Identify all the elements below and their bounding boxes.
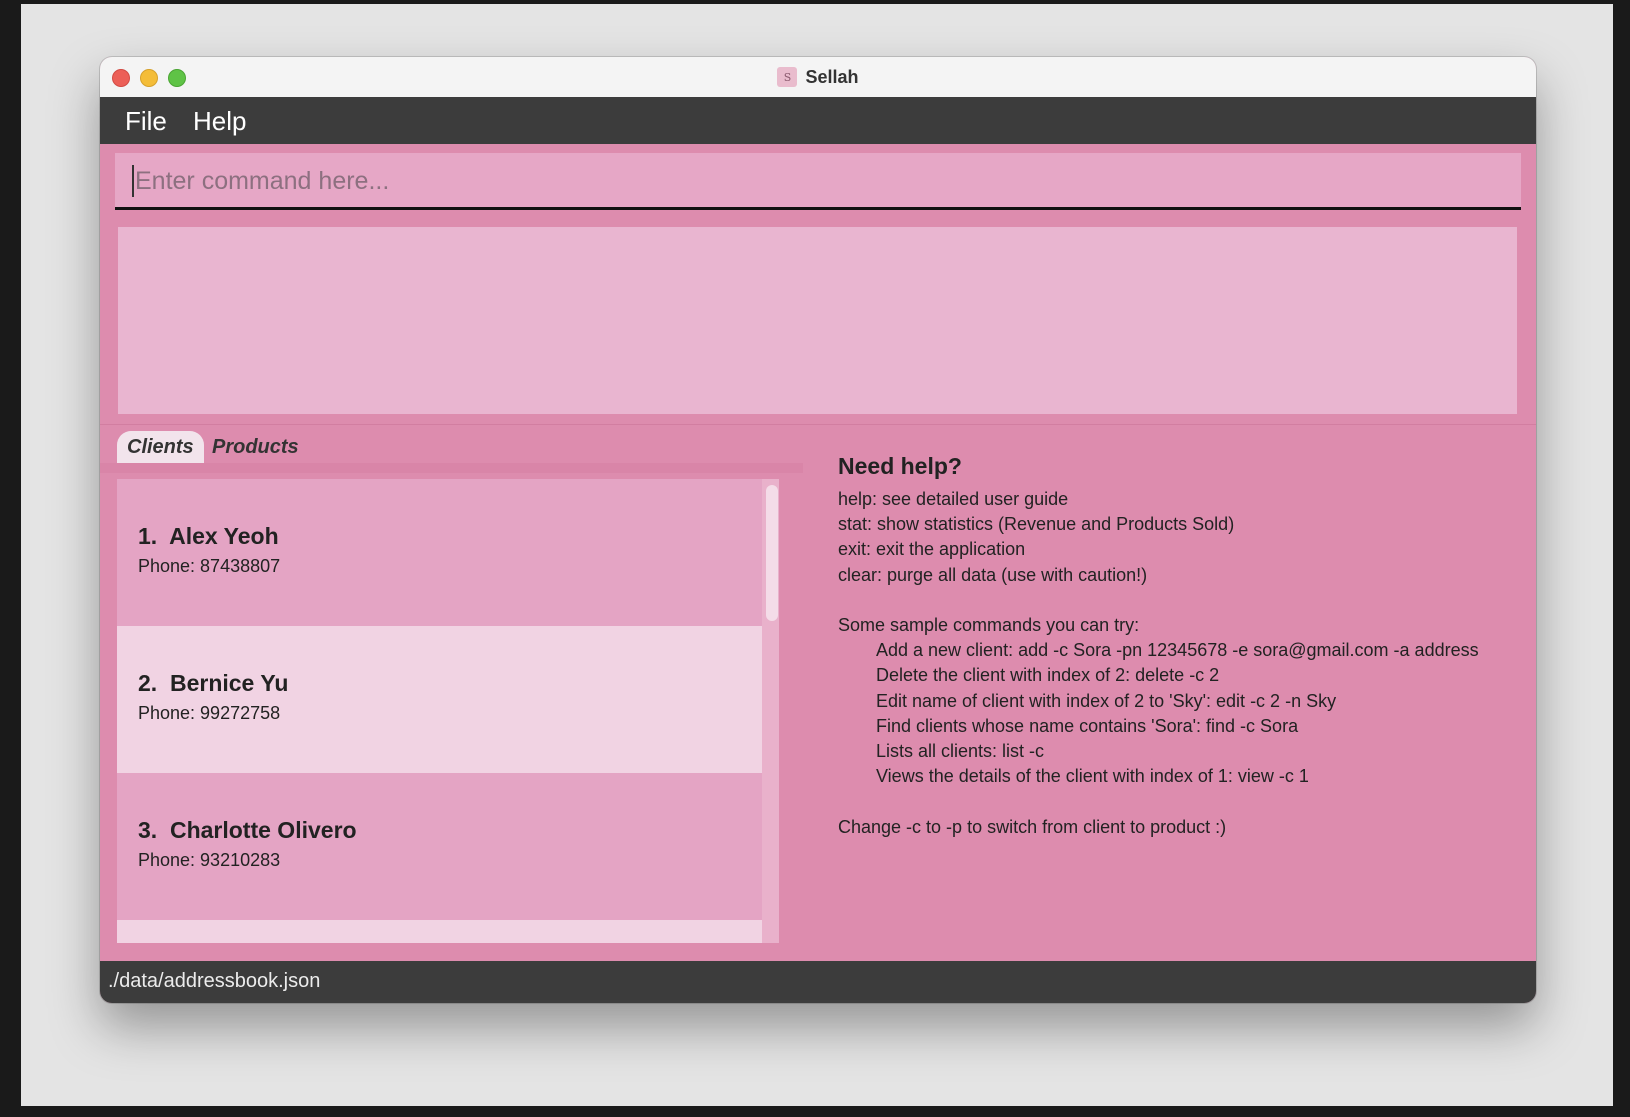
client-phone: Phone: 93210283	[138, 850, 281, 870]
help-line-clear: clear: purge all data (use with caution!…	[838, 564, 1148, 585]
help-line-exit: exit: exit the application	[838, 539, 1026, 560]
tab-clients[interactable]: Clients	[117, 431, 204, 463]
sample-command: Delete the client with index of 2: delet…	[876, 665, 1220, 686]
help-panel: Need help? help: see detailed user guide…	[803, 424, 1536, 962]
sample-command: Edit name of client with index of 2 to '…	[876, 690, 1337, 711]
app-icon: S	[777, 67, 798, 87]
client-name-line: 1. Alex Yeoh	[138, 523, 762, 550]
result-display	[118, 227, 1517, 414]
client-card[interactable]: 3. Charlotte Olivero Phone: 93210283	[117, 773, 762, 920]
help-line-help: help: see detailed user guide	[838, 489, 1069, 509]
data-file-path: ./data/addressbook.json	[108, 970, 321, 992]
help-title: Need help?	[838, 453, 962, 479]
client-phone: Phone: 99272758	[138, 703, 281, 723]
menu-help[interactable]: Help	[193, 106, 246, 137]
sample-command: Add a new client: add -c Sora -pn 123456…	[876, 640, 1479, 661]
sample-command: Find clients whose name contains 'Sora':…	[876, 715, 1299, 736]
result-area	[100, 217, 1536, 424]
client-name: Charlotte Olivero	[169, 817, 357, 843]
client-phone: Phone: 87438807	[138, 556, 281, 576]
client-index: 3.	[138, 817, 158, 843]
client-name-line: 3. Charlotte Olivero	[138, 817, 762, 844]
help-body: help: see detailed user guide stat: show…	[838, 487, 1528, 840]
menu-bar: File Help	[100, 97, 1536, 144]
scrollbar-thumb[interactable]	[766, 485, 778, 621]
app-window: S Sellah File Help Clients Products 1. A…	[100, 57, 1536, 1003]
client-index: 2.	[138, 670, 158, 696]
command-area	[100, 144, 1536, 217]
status-bar: ./data/addressbook.json	[100, 961, 1536, 1003]
client-name: Alex Yeoh	[169, 523, 279, 549]
sample-command: Lists all clients: list -c	[876, 741, 1045, 762]
client-card[interactable]: 2. Bernice Yu Phone: 99272758	[117, 626, 762, 773]
list-panel: Clients Products 1. Alex Yeoh Phone: 874…	[100, 424, 805, 962]
client-card[interactable]: 1. Alex Yeoh Phone: 87438807	[117, 479, 762, 626]
menu-file[interactable]: File	[125, 106, 167, 137]
tab-products[interactable]: Products	[202, 431, 309, 463]
list-scrollbar[interactable]	[762, 479, 779, 943]
client-index: 1.	[138, 523, 158, 549]
help-footer: Change -c to -p to switch from client to…	[838, 816, 1227, 837]
command-box	[115, 153, 1521, 210]
window-title-group: S Sellah	[100, 57, 1536, 97]
samples-heading: Some sample commands you can try:	[838, 615, 1140, 635]
client-list-scroll: 1. Alex Yeoh Phone: 87438807 2. Bernice …	[117, 479, 762, 943]
window-title: Sellah	[805, 66, 859, 87]
client-card-partial[interactable]	[117, 920, 762, 943]
sample-command: Views the details of the client with ind…	[876, 766, 1309, 787]
tab-strip	[100, 463, 803, 473]
help-line-stat: stat: show statistics (Revenue and Produ…	[838, 514, 1235, 535]
client-name-line: 2. Bernice Yu	[138, 670, 762, 697]
title-bar: S Sellah	[100, 57, 1536, 98]
client-list: 1. Alex Yeoh Phone: 87438807 2. Bernice …	[117, 479, 779, 943]
client-name: Bernice Yu	[169, 670, 289, 696]
command-input[interactable]	[133, 153, 1517, 209]
